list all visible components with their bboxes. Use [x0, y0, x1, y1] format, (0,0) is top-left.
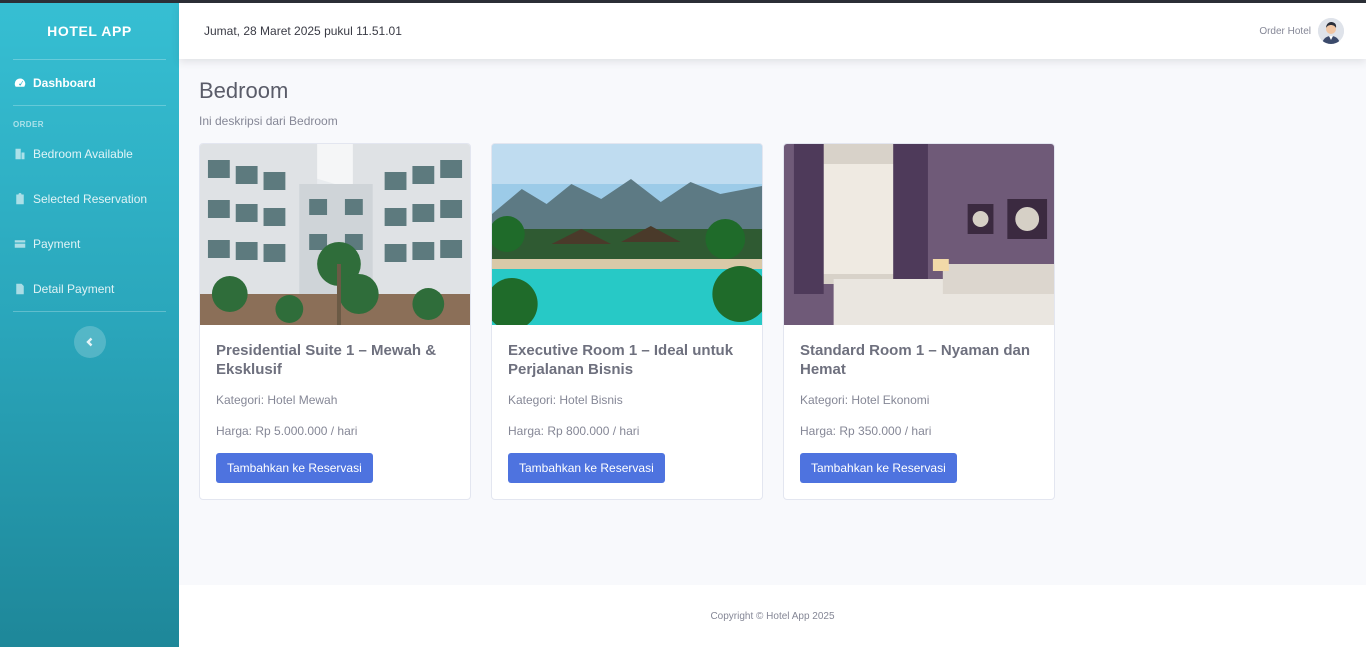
user-avatar-icon	[1318, 18, 1344, 44]
add-reservation-button[interactable]: Tambahkan ke Reservasi	[800, 453, 957, 483]
room-price: Harga: Rp 800.000 / hari	[508, 424, 640, 438]
room-category: Kategori: Hotel Ekonomi	[800, 393, 930, 407]
sidebar-divider	[13, 311, 166, 312]
room-title: Presidential Suite 1 – Mewah & Eksklusif	[216, 342, 437, 378]
sidebar-item-label: Dashboard	[33, 75, 96, 90]
tachometer-icon	[13, 76, 26, 89]
sidebar-item-label: Selected Reservation	[33, 191, 148, 206]
chevron-left-icon	[85, 337, 92, 347]
room-card: Standard Room 1 – Nyaman dan Hemat Kateg…	[783, 143, 1055, 500]
room-card-list: Presidential Suite 1 – Mewah & Eksklusif…	[199, 143, 1346, 500]
topbar: Jumat, 28 Maret 2025 pukul 11.51.01 Orde…	[179, 3, 1366, 59]
room-category: Kategori: Hotel Bisnis	[508, 393, 623, 407]
room-card-body: Standard Room 1 – Nyaman dan Hemat Kateg…	[784, 325, 1054, 483]
sidebar: HOTEL APP Dashboard ORDER Bedroom Availa…	[0, 0, 179, 647]
room-card: Executive Room 1 – Ideal untuk Perjalana…	[491, 143, 763, 500]
current-datetime: Jumat, 28 Maret 2025 pukul 11.51.01	[204, 24, 402, 38]
sidebar-item-bedroom-available[interactable]: Bedroom Available	[0, 131, 179, 176]
room-card-body: Executive Room 1 – Ideal untuk Perjalana…	[492, 325, 762, 483]
avatar[interactable]	[1318, 18, 1344, 44]
room-title: Executive Room 1 – Ideal untuk Perjalana…	[508, 342, 734, 378]
sidebar-item-selected-reservation[interactable]: Selected Reservation	[0, 176, 179, 221]
room-title: Standard Room 1 – Nyaman dan Hemat	[800, 342, 1031, 378]
sidebar-item-label: Payment	[33, 236, 81, 251]
sidebar-toggle-button[interactable]	[73, 326, 106, 358]
user-dropdown[interactable]: Order Hotel	[1259, 18, 1344, 44]
room-card: Presidential Suite 1 – Mewah & Eksklusif…	[199, 143, 471, 500]
sidebar-item-label: Detail Payment	[33, 281, 115, 296]
add-reservation-button[interactable]: Tambahkan ke Reservasi	[216, 453, 373, 483]
room-card-body: Presidential Suite 1 – Mewah & Eksklusif…	[200, 325, 470, 483]
clipboard-check-icon	[13, 192, 26, 205]
brand-logo-text[interactable]: HOTEL APP	[0, 0, 179, 59]
footer: Copyright © Hotel App 2025	[179, 585, 1366, 647]
room-category: Kategori: Hotel Mewah	[216, 393, 338, 407]
bedroom-photo	[784, 144, 1054, 325]
sidebar-item-dashboard[interactable]: Dashboard	[0, 60, 179, 105]
sidebar-toggle-wrap	[0, 326, 179, 358]
resort-pool-photo	[492, 144, 762, 325]
user-name[interactable]: Order Hotel	[1259, 26, 1311, 37]
sidebar-heading-order: ORDER	[13, 120, 44, 129]
hotel-building-photo	[200, 144, 470, 325]
credit-card-icon	[13, 237, 26, 250]
sidebar-item-label: Bedroom Available	[33, 146, 133, 161]
room-price: Harga: Rp 350.000 / hari	[800, 424, 932, 438]
building-icon	[13, 147, 26, 160]
main-content: Bedroom Ini deskripsi dari Bedroom Presi…	[179, 59, 1366, 585]
file-invoice-icon	[13, 282, 26, 295]
page-title: Bedroom	[199, 78, 289, 103]
sidebar-item-detail-payment[interactable]: Detail Payment	[0, 266, 179, 311]
page-description: Ini deskripsi dari Bedroom	[199, 114, 338, 128]
copyright-text: Copyright © Hotel App 2025	[710, 610, 835, 622]
add-reservation-button[interactable]: Tambahkan ke Reservasi	[508, 453, 665, 483]
window-top-edge	[0, 0, 1366, 3]
room-price: Harga: Rp 5.000.000 / hari	[216, 424, 358, 438]
sidebar-item-payment[interactable]: Payment	[0, 221, 179, 266]
